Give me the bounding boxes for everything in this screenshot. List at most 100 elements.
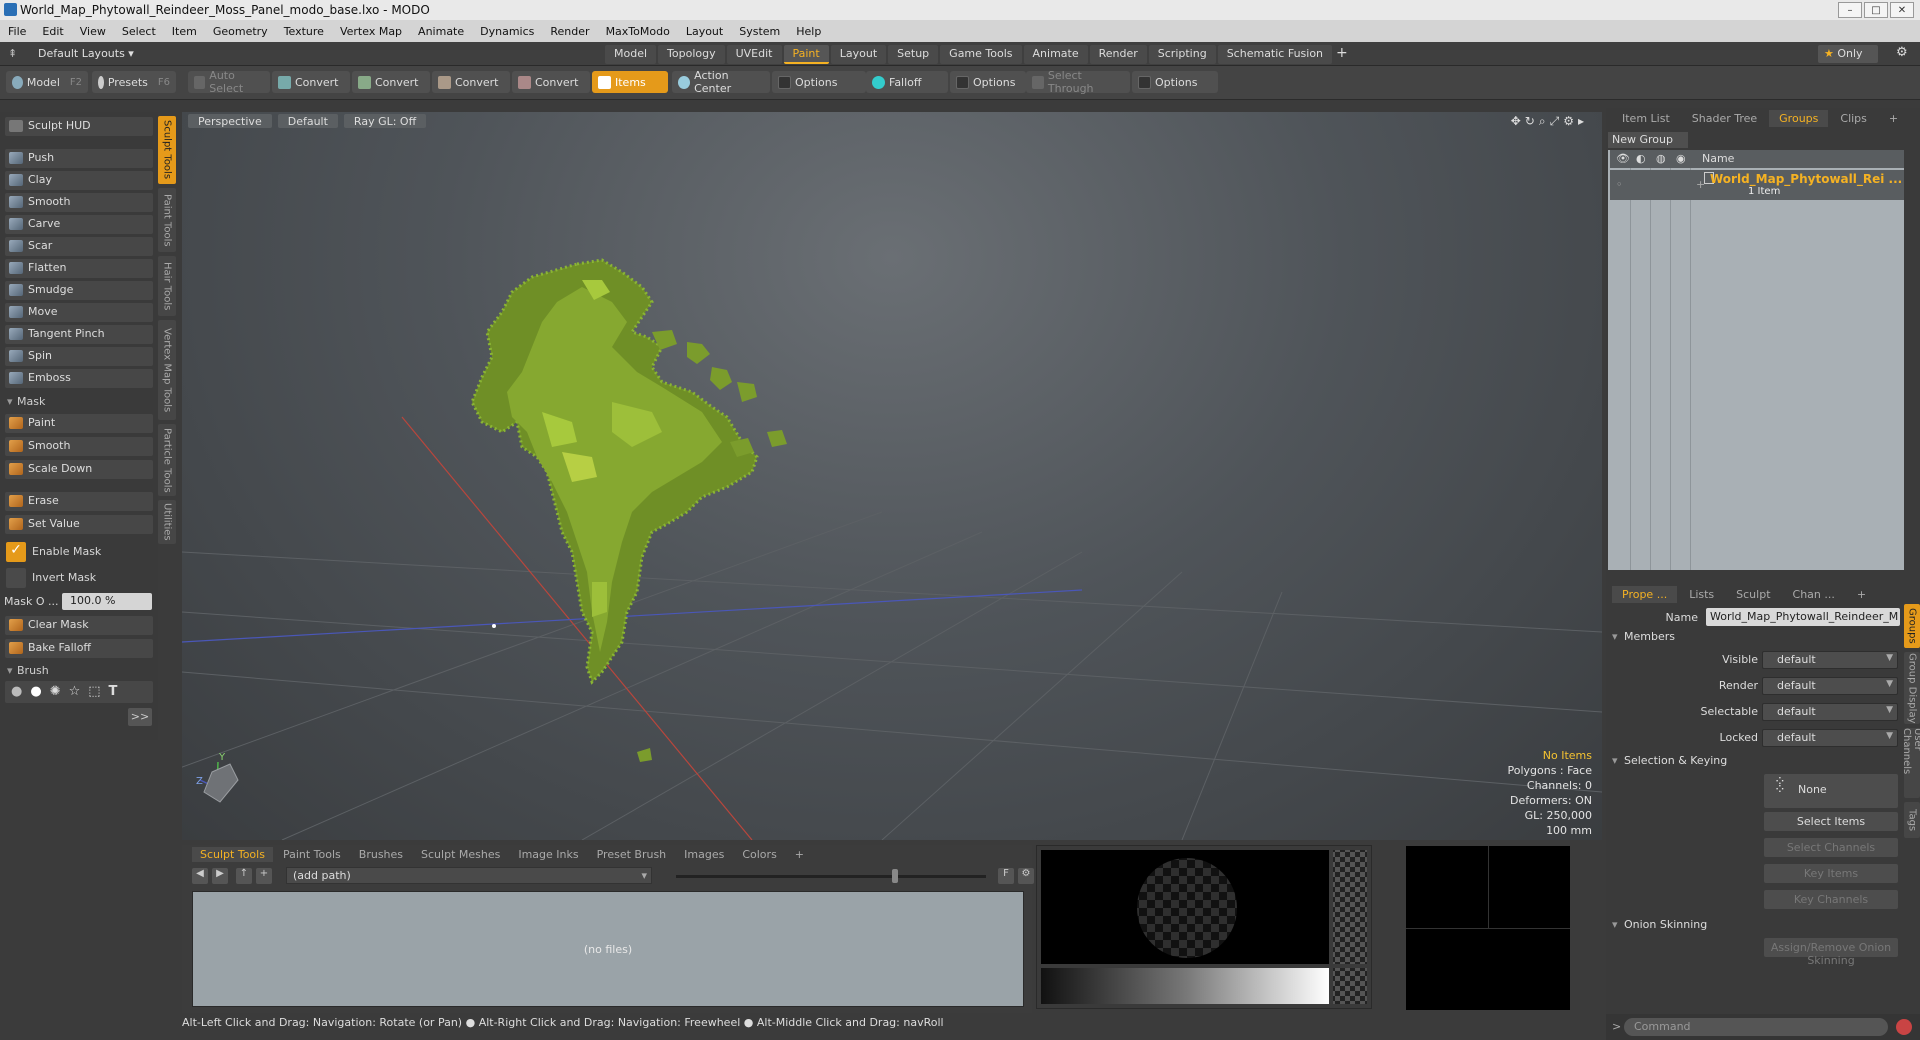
browser-settings-icon[interactable]: ⚙ (1018, 868, 1034, 884)
key-channels-button[interactable]: Key Channels (1764, 890, 1898, 909)
eye-icon[interactable]: 👁 (1616, 152, 1630, 165)
settings-icon[interactable]: ⚙ (1563, 114, 1574, 129)
selection-keying-section[interactable]: Selection & Keying (1612, 754, 1727, 767)
add-path-icon[interactable]: + (256, 868, 272, 884)
text-brush-icon[interactable]: T (109, 684, 118, 700)
tab-render[interactable]: Render (1089, 45, 1147, 64)
back-arrow-icon[interactable]: ◀ (192, 868, 208, 884)
hard-brush-icon[interactable]: ● (30, 684, 41, 700)
menu-view[interactable]: View (72, 25, 114, 38)
shading-dropdown[interactable]: Default (277, 114, 338, 128)
tab-properties[interactable]: Prope ... (1612, 586, 1678, 603)
star-brush-icon[interactable]: ☆ (69, 684, 81, 700)
stroke-brush-icon[interactable]: ⬚ (88, 684, 100, 700)
menu-animate[interactable]: Animate (410, 25, 472, 38)
up-folder-icon[interactable]: ↑ (236, 868, 252, 884)
tab-layout[interactable]: Layout (830, 45, 887, 64)
tab-paint[interactable]: Paint (783, 45, 829, 64)
tool-carve[interactable]: Carve (5, 215, 153, 234)
tab-hair-tools[interactable]: Hair Tools (158, 256, 176, 316)
enable-mask-checkbox[interactable]: ✓ (6, 542, 26, 562)
tab-model[interactable]: Model (605, 45, 657, 64)
items-button[interactable]: Items (592, 71, 668, 93)
menu-help[interactable]: Help (788, 25, 829, 38)
menu-file[interactable]: File (0, 25, 34, 38)
default-layouts-dropdown[interactable]: Default Layouts ▾ (38, 47, 134, 60)
tab-group-display[interactable]: Group Display (1904, 652, 1920, 724)
tool-emboss[interactable]: Emboss (5, 369, 153, 388)
tool-smooth[interactable]: Smooth (5, 193, 153, 212)
browser-add-tab[interactable]: + (787, 847, 812, 862)
presets-button[interactable]: Presets F6 (92, 71, 176, 93)
auto-select-button[interactable]: Auto Select (188, 69, 270, 95)
tool-clay[interactable]: Clay (5, 171, 153, 190)
3d-viewport[interactable]: Z Y Perspective Default Ray GL: Off ✥ ↻ … (182, 112, 1602, 840)
menu-edit[interactable]: Edit (34, 25, 71, 38)
clear-mask-button[interactable]: Clear Mask (5, 616, 153, 635)
assign-onion-button[interactable]: Assign/Remove Onion Skinning (1764, 938, 1898, 967)
forward-arrow-icon[interactable]: ▶ (212, 868, 228, 884)
convert-edges-button[interactable]: Convert (352, 71, 430, 93)
path-dropdown[interactable]: (add path) ▾ (286, 867, 652, 884)
bake-falloff-button[interactable]: Bake Falloff (5, 639, 153, 658)
action-center-button[interactable]: Action Center (672, 69, 770, 95)
mask-smooth[interactable]: Smooth (5, 437, 153, 456)
browser-tab-images[interactable]: Images (676, 847, 732, 862)
menu-select[interactable]: Select (114, 25, 164, 38)
select-icon[interactable]: ◉ (1676, 152, 1686, 165)
mask-scale-down[interactable]: Scale Down (5, 460, 153, 479)
tab-groups-side[interactable]: Groups (1904, 604, 1920, 648)
tool-smudge[interactable]: Smudge (5, 281, 153, 300)
onion-skinning-section[interactable]: Onion Skinning (1612, 918, 1707, 931)
menu-item[interactable]: Item (164, 25, 205, 38)
none-button[interactable]: ⁘ ⁘ None (1764, 774, 1898, 808)
minimize-button[interactable]: – (1838, 2, 1862, 18)
file-list[interactable]: (no files) (192, 891, 1024, 1007)
tab-paint-tools[interactable]: Paint Tools (158, 188, 176, 252)
menu-texture[interactable]: Texture (276, 25, 332, 38)
visible-select[interactable]: default ▼ (1762, 651, 1898, 669)
sculpt-hud-button[interactable]: Sculpt HUD (5, 117, 153, 136)
browser-tab-colors[interactable]: Colors (734, 847, 784, 862)
visibility-toggle-icon[interactable]: ◦ (1616, 178, 1623, 191)
render-icon[interactable]: ◐ (1636, 152, 1646, 165)
tab-topology[interactable]: Topology (658, 45, 725, 64)
add-panel-tab[interactable]: + (1879, 110, 1908, 127)
tab-utilities[interactable]: Utilities (158, 500, 176, 544)
tab-particle-tools[interactable]: Particle Tools (158, 424, 176, 496)
tab-tags[interactable]: Tags (1904, 802, 1920, 838)
model-button[interactable]: Model F2 (6, 71, 88, 93)
soft-brush-icon[interactable]: ● (11, 684, 22, 700)
brush-section-header[interactable]: Brush (5, 664, 153, 677)
record-icon[interactable] (1896, 1019, 1912, 1035)
select-channels-button[interactable]: Select Channels (1764, 838, 1898, 857)
tool-push[interactable]: Push (5, 149, 153, 168)
selectable-select[interactable]: default ▼ (1762, 703, 1898, 721)
browser-tab-image-inks[interactable]: Image Inks (510, 847, 586, 862)
only-button[interactable]: ★ Only (1818, 45, 1878, 63)
locked-select[interactable]: default ▼ (1762, 729, 1898, 747)
falloff-button[interactable]: Falloff (866, 71, 948, 93)
select-through-button[interactable]: Select Through (1026, 69, 1130, 95)
mask-section-header[interactable]: Mask (5, 395, 153, 408)
gear-icon[interactable]: ⚙ (1896, 45, 1908, 60)
convert-polygons-button[interactable]: Convert (432, 71, 510, 93)
menu-layout[interactable]: Layout (678, 25, 731, 38)
select-items-button[interactable]: Select Items (1764, 812, 1898, 831)
tab-groups[interactable]: Groups (1769, 110, 1829, 127)
tool-scar[interactable]: Scar (5, 237, 153, 256)
more-button[interactable]: >> (128, 708, 152, 726)
tab-clips[interactable]: Clips (1830, 110, 1877, 127)
convert-materials-button[interactable]: Convert (512, 71, 590, 93)
menu-dynamics[interactable]: Dynamics (472, 25, 542, 38)
maximize-icon[interactable]: ⤢ (1550, 114, 1560, 129)
tab-lists[interactable]: Lists (1679, 586, 1724, 603)
key-items-button[interactable]: Key Items (1764, 864, 1898, 883)
lock-icon[interactable]: ◍ (1656, 152, 1666, 165)
convert-vertices-button[interactable]: Convert (272, 71, 350, 93)
members-section[interactable]: Members (1612, 630, 1675, 643)
tab-shader-tree[interactable]: Shader Tree (1682, 110, 1767, 127)
tab-sculpt[interactable]: Sculpt (1726, 586, 1780, 603)
tab-vertex-map-tools[interactable]: Vertex Map Tools (158, 320, 176, 420)
options-button-2[interactable]: Options (950, 71, 1026, 93)
